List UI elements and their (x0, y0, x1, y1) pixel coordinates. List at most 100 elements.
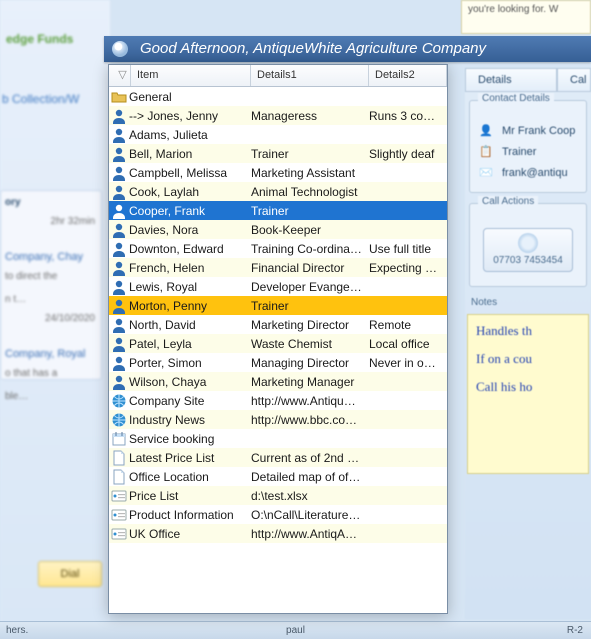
cell-details1: http://www.bbc.co… (251, 413, 369, 427)
list-row[interactable]: North, DavidMarketing DirectorRemote (109, 315, 447, 334)
column-sort[interactable]: ▽ (109, 65, 131, 86)
list-row[interactable]: Price Listd:\test.xlsx (109, 486, 447, 505)
list-row[interactable]: Company Sitehttp://www.Antiqu… (109, 391, 447, 410)
list-row[interactable]: Patel, LeylaWaste ChemistLocal office (109, 334, 447, 353)
cell-item: Adams, Julieta (129, 128, 251, 142)
cell-item: Product Information (129, 508, 251, 522)
list-row[interactable]: --> Jones, JennyManageressRuns 3 compani… (109, 106, 447, 125)
list-row[interactable]: Morton, PennyTrainer (109, 296, 447, 315)
list-row[interactable]: Davies, NoraBook-Keeper (109, 220, 447, 239)
cell-details1: http://www.Antiqu… (251, 394, 369, 408)
globe-icon (109, 411, 129, 429)
contact-details-group: Contact Details 👤Mr Frank Coop 📋Trainer … (469, 100, 587, 193)
person-icon (109, 107, 129, 125)
list-row[interactable]: General (109, 87, 447, 106)
contact-email: frank@antiqu (502, 167, 568, 179)
cell-details1: Financial Director (251, 261, 369, 275)
list-row[interactable]: Office LocationDetailed map of of… (109, 467, 447, 486)
list-row[interactable]: Adams, Julieta (109, 125, 447, 144)
cell-details2: Never in on Frid… (369, 356, 447, 370)
cell-details2: Runs 3 compani… (369, 109, 447, 123)
cell-item: Company Site (129, 394, 251, 408)
note-line-2: If on a cou (476, 351, 580, 367)
list-row[interactable]: Cook, LaylahAnimal Technologist (109, 182, 447, 201)
cell-item: Porter, Simon (129, 356, 251, 370)
cell-item: Latest Price List (129, 451, 251, 465)
list-row[interactable]: Bell, MarionTrainerSlightly deaf (109, 144, 447, 163)
file-icon (109, 506, 129, 524)
person-icon (109, 297, 129, 315)
column-details2[interactable]: Details2 (369, 65, 447, 86)
phone-call-button[interactable]: 07703 7453454 (483, 228, 573, 272)
cell-item: Cooper, Frank (129, 204, 251, 218)
cell-details2: Expecting baby … (369, 261, 447, 275)
list-row[interactable]: Cooper, FrankTrainer (109, 201, 447, 220)
cell-item: Lewis, Royal (129, 280, 251, 294)
cell-details2: Remote (369, 318, 447, 332)
cell-item: Office Location (129, 470, 251, 484)
cell-item: Wilson, Chaya (129, 375, 251, 389)
notes-panel[interactable]: Handles th If on a cou Call his ho (467, 314, 589, 474)
list-row[interactable]: French, HelenFinancial DirectorExpecting… (109, 258, 447, 277)
file-icon (109, 487, 129, 505)
status-bar: hers. paul R-2 (0, 621, 591, 639)
cell-item: Davies, Nora (129, 223, 251, 237)
cell-details1: d:\test.xlsx (251, 489, 369, 503)
column-item[interactable]: Item (131, 65, 251, 86)
greeting-bar: Good Afternoon, AntiqueWhite Agriculture… (104, 36, 591, 62)
doc-icon (109, 449, 129, 467)
cell-item: --> Jones, Jenny (129, 109, 251, 123)
person-icon (109, 126, 129, 144)
cell-item: Bell, Marion (129, 147, 251, 161)
cell-item: Downton, Edward (129, 242, 251, 256)
cell-details1: Marketing Manager (251, 375, 369, 389)
person-icon (109, 145, 129, 163)
history-date: 24/10/2020 (1, 311, 101, 326)
cell-details1: Managing Director (251, 356, 369, 370)
call-actions-group: Call Actions 07703 7453454 (469, 203, 587, 287)
person-icon (109, 354, 129, 372)
list-row[interactable]: Lewis, RoyalDeveloper Evangelist (109, 277, 447, 296)
history-company-2: Company, Royal (1, 326, 101, 362)
list-row[interactable]: Campbell, MelissaMarketing Assistant (109, 163, 447, 182)
list-header: ▽ Item Details1 Details2 (109, 65, 447, 87)
cell-details1: Trainer (251, 299, 369, 313)
column-details1[interactable]: Details1 (251, 65, 369, 86)
calendar-icon (109, 430, 129, 448)
contacts-listbox[interactable]: ▽ Item Details1 Details2 General--> Jone… (108, 64, 448, 614)
top-hint-card: you're looking for. W (461, 0, 591, 34)
cell-details1: Trainer (251, 147, 369, 161)
tab-calendar[interactable]: Cal (557, 68, 591, 92)
list-row[interactable]: Service booking (109, 429, 447, 448)
right-sidebar: Details Cal Contact Details 👤Mr Frank Co… (465, 68, 591, 619)
phone-number: 07703 7453454 (484, 255, 572, 266)
cell-details1: Trainer (251, 204, 369, 218)
list-row[interactable]: UK Officehttp://www.AntiqA… (109, 524, 447, 543)
list-row[interactable]: Porter, SimonManaging DirectorNever in o… (109, 353, 447, 372)
cell-details1: O:\nCall\Literature\… (251, 508, 369, 522)
cell-item: Cook, Laylah (129, 185, 251, 199)
cell-details2: Local office (369, 337, 447, 351)
cell-item: Industry News (129, 413, 251, 427)
list-row[interactable]: Wilson, ChayaMarketing Manager (109, 372, 447, 391)
person-icon: 👤 (476, 122, 496, 140)
cell-details1: Marketing Assistant (251, 166, 369, 180)
list-row[interactable]: Downton, EdwardTraining Co-ordina…Use fu… (109, 239, 447, 258)
cell-details1: Animal Technologist (251, 185, 369, 199)
cell-item: Campbell, Melissa (129, 166, 251, 180)
note-line-3: Call his ho (476, 379, 580, 395)
status-center: paul (286, 622, 305, 639)
cell-details2: Slightly deaf (369, 147, 447, 161)
tab-details[interactable]: Details (465, 68, 557, 92)
dial-button[interactable]: Dial (38, 561, 102, 587)
folder-icon (109, 88, 129, 106)
list-row[interactable]: Latest Price ListCurrent as of 2nd F… (109, 448, 447, 467)
notes-label: Notes (471, 297, 585, 308)
greeting-text: Good Afternoon, AntiqueWhite Agriculture… (140, 40, 486, 57)
list-row[interactable]: Industry Newshttp://www.bbc.co… (109, 410, 447, 429)
person-icon (109, 164, 129, 182)
contact-details-label: Contact Details (478, 93, 554, 104)
history-note-1b: n t… (1, 288, 101, 311)
list-body[interactable]: General--> Jones, JennyManageressRuns 3 … (109, 87, 447, 613)
list-row[interactable]: Product InformationO:\nCall\Literature\… (109, 505, 447, 524)
